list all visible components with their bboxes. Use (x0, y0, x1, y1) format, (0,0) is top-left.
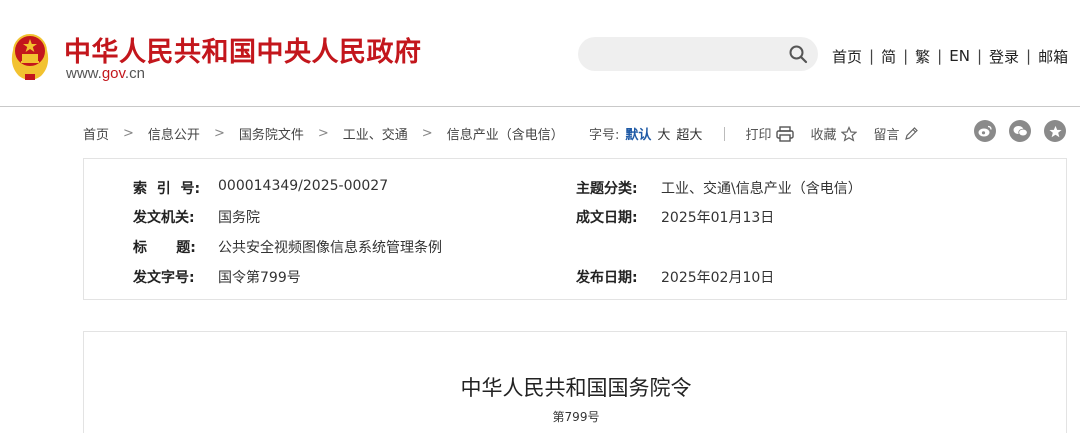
doc-number-label: 发文字号: (133, 270, 195, 286)
favorite-label: 收藏 (810, 128, 837, 143)
breadcrumb-information-industry[interactable]: 信息产业（含电信） (447, 124, 564, 143)
font-size-large[interactable]: 大 (657, 124, 670, 143)
breadcrumb-industry-transport[interactable]: 工业、交通 (343, 124, 408, 143)
date-written-row: 成文日期: 2025年01月13日 (576, 207, 774, 227)
doc-number-value: 国令第799号 (218, 270, 301, 286)
printer-icon (776, 125, 795, 142)
font-size-default[interactable]: 默认 (625, 124, 651, 143)
topic-label: 主题分类: (576, 181, 638, 197)
document-body: 中华人民共和国国务院令 第799号 (83, 331, 1067, 433)
nav-separator: | (976, 47, 982, 65)
issuer-value: 国务院 (218, 210, 260, 226)
search-input[interactable] (592, 43, 772, 65)
print-label: 打印 (745, 128, 772, 143)
weibo-icon (978, 125, 992, 137)
nav-simplified[interactable]: 简 (881, 46, 896, 67)
breadcrumb: 首页 > 信息公开 > 国务院文件 > 工业、交通 > 信息产业（含电信） (83, 124, 564, 143)
nav-english[interactable]: EN (949, 47, 970, 65)
breadcrumb-arrow: > (421, 126, 433, 141)
publish-date-value: 2025年02月10日 (661, 270, 775, 286)
issuer-row: 发文机关: 国务院 (133, 207, 260, 227)
nav-home[interactable]: 首页 (832, 46, 862, 67)
search-box (578, 37, 818, 71)
search-icon[interactable] (788, 44, 808, 64)
issuer-label: 发文机关: (133, 210, 195, 226)
breadcrumb-home[interactable]: 首页 (83, 124, 109, 143)
publish-date-row: 发布日期: 2025年02月10日 (576, 267, 774, 287)
font-size-xlarge[interactable]: 超大 (676, 124, 702, 143)
breadcrumb-arrow: > (317, 126, 329, 141)
date-written-value: 2025年01月13日 (661, 210, 775, 226)
index-number-row: 索 引 号: 000014349/2025-00027 (133, 178, 388, 198)
breadcrumb-state-council-docs[interactable]: 国务院文件 (239, 124, 304, 143)
breadcrumb-info-disclosure[interactable]: 信息公开 (148, 124, 200, 143)
site-url-prefix: www. (66, 65, 102, 82)
breadcrumb-bar: 首页 > 信息公开 > 国务院文件 > 工业、交通 > 信息产业（含电信） 字号… (83, 118, 1068, 148)
site-url-domain: gov (101, 65, 125, 82)
decree-number: 第799号 (552, 410, 600, 424)
font-size-label: 字号: (589, 128, 620, 143)
index-number-label: 索 引 号: (133, 181, 201, 197)
nav-separator: | (903, 47, 909, 65)
page-tools: 字号: 默认 大 超大 打印 收藏 留言 (589, 124, 935, 143)
document-metadata-box: 索 引 号: 000014349/2025-00027 主题分类: 工业、交通\… (83, 158, 1067, 300)
date-written-label: 成文日期: (576, 210, 638, 226)
document-heading: 中华人民共和国国务院令 (460, 376, 692, 400)
site-header: 中华人民共和国中央人民政府 www.gov.cn 首页 | 简 | 繁 | EN… (0, 0, 1080, 107)
pencil-icon (905, 127, 919, 140)
comment-button[interactable]: 留言 (873, 124, 919, 143)
wechat-icon (1013, 126, 1028, 137)
comment-label: 留言 (873, 128, 900, 143)
nav-login[interactable]: 登录 (989, 46, 1019, 67)
topic-row: 主题分类: 工业、交通\信息产业（含电信） (576, 178, 862, 198)
publish-date-label: 发布日期: (576, 270, 638, 286)
doc-number-row: 发文字号: 国令第799号 (133, 267, 301, 287)
star-outline-icon (841, 125, 858, 142)
top-nav: 首页 | 简 | 繁 | EN | 登录 | 邮箱 (832, 45, 1068, 67)
nav-separator: | (937, 47, 943, 65)
site-title[interactable]: 中华人民共和国中央人民政府 (64, 30, 422, 69)
breadcrumb-arrow: > (123, 126, 134, 141)
nav-separator: | (1026, 47, 1032, 65)
share-wechat-icon[interactable] (1009, 120, 1031, 142)
national-emblem-icon[interactable] (7, 30, 53, 82)
title-label: 标 题: (133, 240, 196, 256)
nav-separator: | (869, 47, 875, 65)
nav-mailbox[interactable]: 邮箱 (1038, 46, 1068, 67)
breadcrumb-arrow: > (213, 126, 225, 141)
index-number-value: 000014349/2025-00027 (218, 178, 389, 194)
site-url: www.gov.cn (66, 65, 145, 82)
qzone-star-icon (1048, 125, 1062, 137)
nav-traditional[interactable]: 繁 (915, 46, 930, 67)
site-url-suffix: .cn (124, 65, 145, 82)
favorite-button[interactable]: 收藏 (810, 124, 858, 143)
title-value: 公共安全视频图像信息系统管理条例 (218, 240, 442, 256)
topic-value: 工业、交通\信息产业（含电信） (661, 181, 862, 197)
share-weibo-icon[interactable] (974, 120, 996, 142)
share-qzone-icon[interactable] (1044, 120, 1066, 142)
print-button[interactable]: 打印 (745, 124, 795, 143)
tools-divider (724, 126, 726, 141)
title-row: 标 题: 公共安全视频图像信息系统管理条例 (133, 237, 442, 257)
